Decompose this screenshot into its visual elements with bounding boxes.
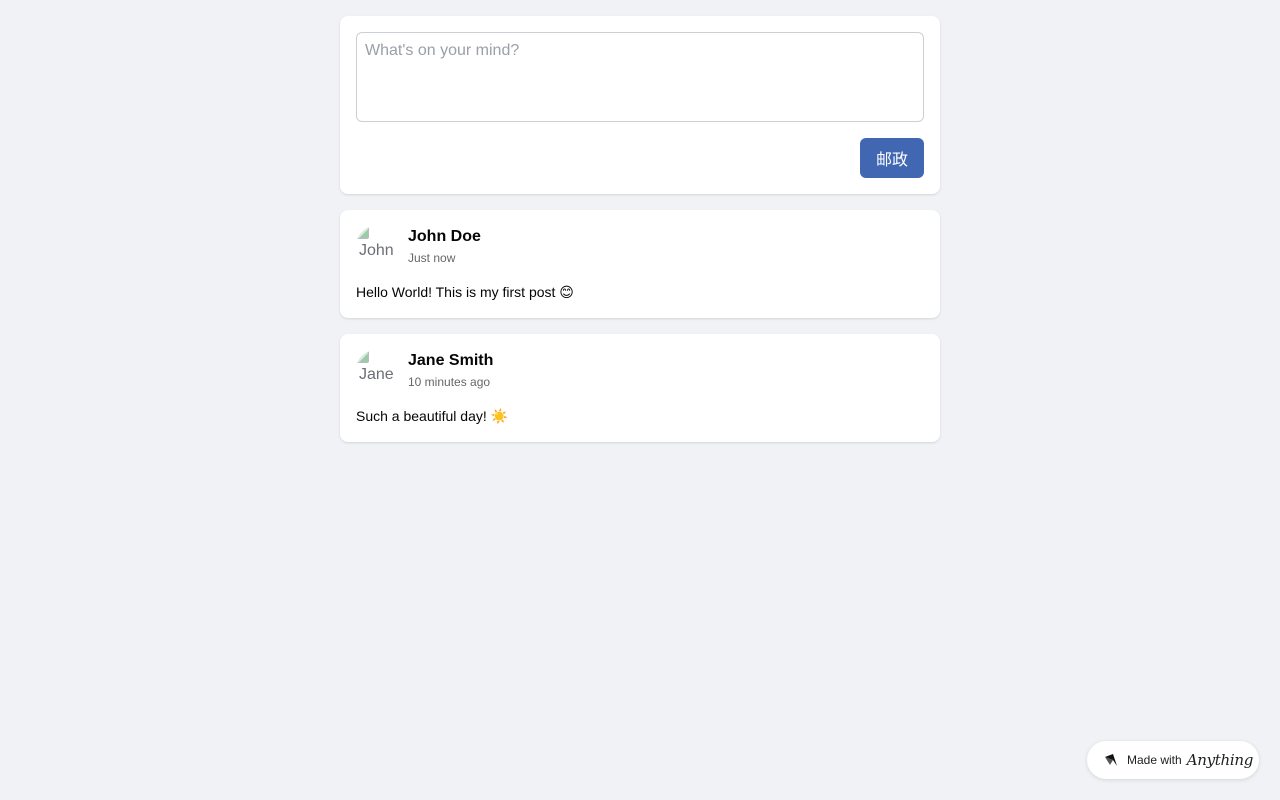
post-content: Hello World! This is my first post 😊 xyxy=(356,284,574,300)
avatar-alt-text: John Doe xyxy=(359,242,396,259)
post-composer: 邮政 xyxy=(340,16,940,194)
post-meta: Jane Smith 10 minutes ago xyxy=(408,350,493,391)
avatar-alt-text: Jane Smith xyxy=(359,366,396,383)
badge-prefix: Made with xyxy=(1127,753,1182,767)
post-card: John Doe John Doe Just now Hello World! … xyxy=(340,210,940,318)
post-card: Jane Smith Jane Smith 10 minutes ago Suc… xyxy=(340,334,940,442)
post-header: John Doe John Doe Just now xyxy=(356,226,924,266)
post-timestamp: 10 minutes ago xyxy=(408,375,491,389)
post-timestamp: Just now xyxy=(408,251,456,265)
anything-logo-icon xyxy=(1105,754,1117,766)
avatar: Jane Smith xyxy=(356,350,396,390)
composer-actions: 邮政 xyxy=(356,138,924,178)
feed: 邮政 John Doe John Doe Just now Hello Worl… xyxy=(340,16,940,458)
post-input[interactable] xyxy=(356,32,924,122)
avatar: John Doe xyxy=(356,226,396,266)
post-header: Jane Smith Jane Smith 10 minutes ago xyxy=(356,350,924,390)
post-content: Such a beautiful day! ☀️ xyxy=(356,408,509,424)
post-button[interactable]: 邮政 xyxy=(860,138,924,178)
made-with-badge[interactable]: Made with Anything xyxy=(1087,741,1259,779)
post-meta: John Doe Just now xyxy=(408,226,481,267)
badge-brand: Anything xyxy=(1186,751,1254,769)
author-name: John Doe xyxy=(408,228,481,245)
author-name: Jane Smith xyxy=(408,352,494,369)
broken-image-icon xyxy=(357,227,369,239)
broken-image-icon xyxy=(357,351,369,363)
